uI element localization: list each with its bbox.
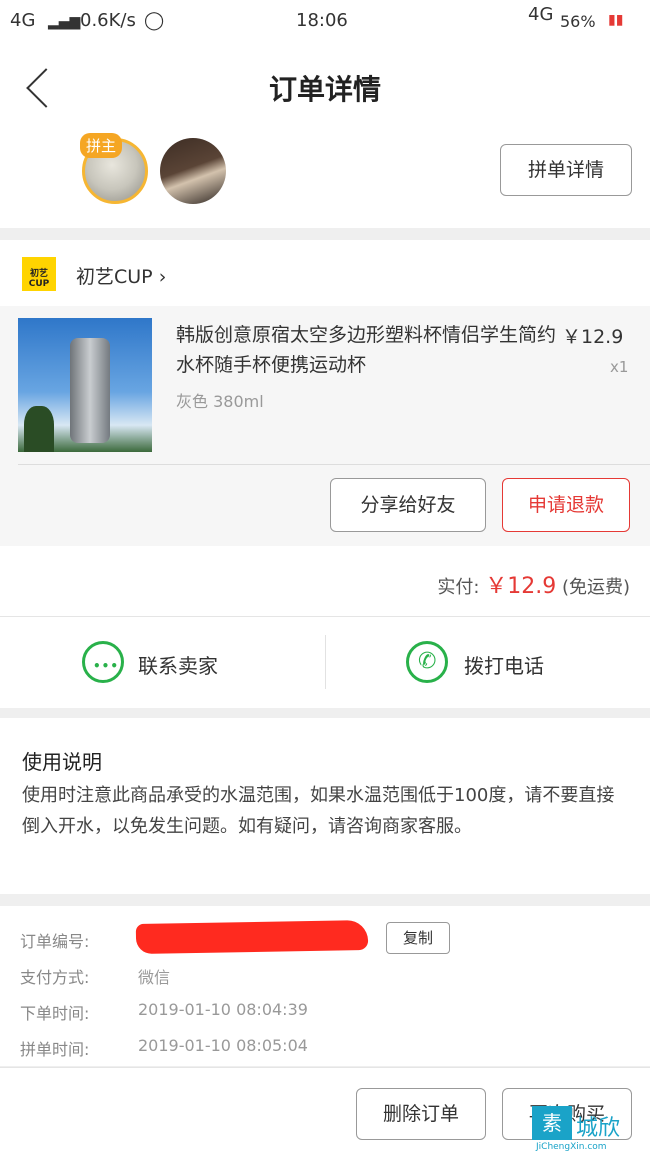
notes-title: 使用说明 — [22, 750, 102, 774]
paid-label: 实付: — [437, 577, 480, 598]
copy-button[interactable]: 复制 — [386, 922, 450, 954]
chat-bubble-icon: ••• — [82, 641, 124, 683]
chevron-right-icon: › — [158, 266, 167, 288]
app-header: 订单详情 — [0, 44, 650, 128]
qq-icon: ◯ — [144, 10, 165, 31]
shipping-note: (免运费) — [561, 577, 630, 598]
network-indicator: 4G — [10, 10, 36, 31]
contact-seller-button[interactable]: ••• 联系卖家 — [0, 617, 325, 709]
battery-icon: ▮▮ — [608, 12, 624, 28]
notes-body: 使用时注意此商品承受的水温范围，如果水温范围低于100度，请不要直接倒入开水，以… — [22, 785, 615, 837]
signal-icon: ▂▄▆ — [48, 14, 81, 30]
payment-method-label: 支付方式: — [20, 968, 90, 987]
order-time-label: 下单时间: — [20, 1004, 90, 1023]
divider — [18, 464, 650, 465]
shop-row[interactable]: 初艺CUP 初艺CUP › — [0, 240, 650, 306]
phone-icon: ✆ — [406, 641, 448, 683]
refund-button[interactable]: 申请退款 — [502, 478, 630, 532]
network-indicator-right: 4G — [528, 4, 554, 25]
call-phone-button[interactable]: ✆ 拨打电话 — [326, 617, 650, 709]
share-button[interactable]: 分享给好友 — [330, 478, 486, 532]
call-phone-label: 拨打电话 — [464, 654, 544, 678]
order-time-value: 2019-01-10 08:04:39 — [138, 1000, 308, 1019]
product-quantity: x1 — [610, 358, 629, 376]
host-badge: 拼主 — [80, 133, 123, 158]
order-info: 订单编号: 复制 支付方式: 微信 下单时间: 2019-01-10 08:04… — [0, 906, 650, 1066]
product-card[interactable]: 韩版创意原宿太空多边形塑料杯情侣学生简约水杯随手杯便携运动杯 灰色 380ml … — [0, 306, 650, 546]
clock: 18:06 — [296, 10, 348, 31]
paid-amount: ￥12.9 — [485, 574, 557, 599]
shop-logo: 初艺CUP — [22, 257, 56, 291]
footer-actions: 删除订单 再次购买 素 城欣 JiChengXin.com — [0, 1067, 650, 1155]
watermark-logo: 素 城欣 JiChengXin.com — [532, 1106, 650, 1152]
product-price: ￥12.9 — [562, 326, 624, 348]
shop-name: 初艺CUP — [76, 266, 153, 288]
product-title: 韩版创意原宿太空多边形塑料杯情侣学生简约水杯随手杯便携运动杯 — [176, 324, 557, 376]
group-time-value: 2019-01-10 08:05:04 — [138, 1036, 308, 1055]
product-thumbnail[interactable] — [18, 318, 152, 452]
palm-tree-image — [24, 406, 54, 452]
usage-notes: 使用说明 使用时注意此商品承受的水温范围，如果水温范围低于100度，请不要直接倒… — [0, 718, 650, 894]
group-members-section: 拼主 拼单详情 — [0, 128, 650, 228]
bottle-image — [70, 338, 110, 443]
delete-order-button[interactable]: 删除订单 — [356, 1088, 486, 1140]
order-number-label: 订单编号: — [20, 932, 90, 951]
payment-summary: 实付: ￥12.9 (免运费) — [0, 546, 650, 616]
group-details-button[interactable]: 拼单详情 — [500, 144, 632, 196]
payment-method-value: 微信 — [138, 968, 171, 987]
battery-percent: 56% — [560, 12, 596, 31]
redacted-order-number — [135, 919, 369, 955]
page-title: 订单详情 — [268, 73, 381, 106]
contact-bar: ••• 联系卖家 ✆ 拨打电话 — [0, 616, 650, 708]
avatar-member[interactable] — [160, 138, 226, 204]
network-speed: 0.6K/s — [80, 10, 136, 31]
contact-seller-label: 联系卖家 — [138, 654, 218, 678]
group-time-label: 拼单时间: — [20, 1040, 90, 1059]
paid-line: 实付: ￥12.9 (免运费) — [437, 568, 630, 600]
status-bar: 4G ▂▄▆ 0.6K/s ◯ 18:06 4G 56% ▮▮ — [0, 0, 650, 44]
product-variant: 灰色 380ml — [176, 392, 264, 411]
shop-name-link[interactable]: 初艺CUP › — [76, 262, 166, 289]
